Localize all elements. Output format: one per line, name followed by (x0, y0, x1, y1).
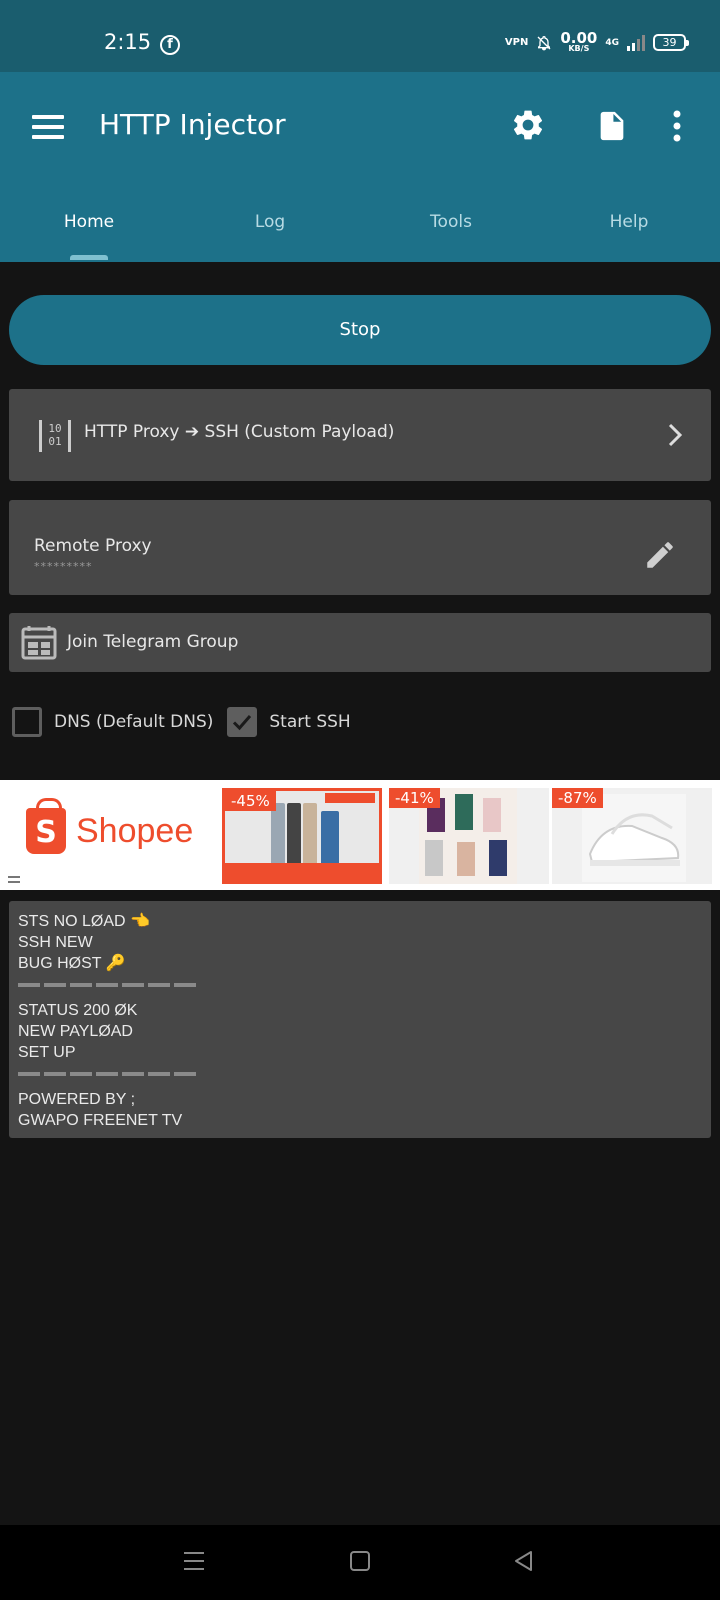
ad-menu-icon[interactable] (8, 876, 20, 886)
remote-proxy-card[interactable]: Remote Proxy ********* (9, 500, 711, 595)
system-nav-bar (0, 1525, 720, 1600)
remote-proxy-value: ********* (34, 560, 93, 573)
menu-icon[interactable] (32, 115, 64, 139)
desc-line: NEW PAYLØAD (18, 1023, 133, 1040)
binary-icon: 10 01 (39, 420, 71, 452)
signal-icon (627, 34, 645, 51)
app-title: HTTP Injector (99, 108, 286, 141)
divider (18, 1072, 198, 1076)
battery-icon: 39 (653, 34, 689, 51)
tab-tools[interactable]: Tools (430, 212, 472, 232)
tunnel-mode-label: HTTP Proxy ➔ SSH (Custom Payload) (84, 422, 395, 442)
shopee-brand: Shopee (76, 811, 194, 850)
facebook-icon: f (160, 35, 180, 55)
tab-log[interactable]: Log (255, 212, 285, 232)
deal-discount: -45% (225, 791, 276, 811)
deal-card-pajamas[interactable]: -41% (389, 788, 549, 884)
chevron-right-icon (668, 423, 683, 447)
desc-line: STATUS 200 ØK (18, 1002, 138, 1019)
recents-icon[interactable] (182, 1550, 206, 1572)
remote-proxy-label: Remote Proxy (34, 536, 152, 556)
settings-icon[interactable] (510, 107, 546, 143)
desc-line: SET UP (18, 1044, 76, 1061)
status-bar: 2:15 f VPN 0.00 KB/S 4G 39 (0, 0, 720, 72)
shopee-bag-icon: S (26, 798, 66, 854)
status-time: 2:15 (104, 30, 152, 54)
vpn-icon: VPN (504, 36, 529, 48)
bell-off-icon (537, 35, 551, 50)
telegram-group-label: Join Telegram Group (67, 632, 239, 652)
desc-line: POWERED BY ; (18, 1091, 136, 1108)
calendar-view-icon (21, 626, 57, 660)
home-icon[interactable] (349, 1550, 371, 1572)
edit-icon[interactable] (643, 538, 677, 572)
more-icon[interactable] (672, 110, 682, 142)
tab-indicator (70, 255, 108, 260)
dns-checkbox[interactable] (12, 707, 42, 737)
status-icons: VPN 0.00 KB/S 4G 39 (504, 31, 689, 54)
desc-line: STS NO LØAD 👈 (18, 913, 150, 930)
start-ssh-checkbox[interactable] (227, 707, 258, 737)
config-description: STS NO LØAD 👈 SSH NEW BUG HØST 🔑 STATUS … (9, 901, 711, 1138)
desc-line: GWAPO FREENET TV (18, 1112, 183, 1129)
shopee-logo[interactable]: S Shopee (26, 798, 194, 854)
desc-line: SSH NEW (18, 934, 93, 951)
options-row: DNS (Default DNS) Start SSH (12, 706, 365, 738)
tab-home[interactable]: Home (64, 212, 114, 232)
network-speed: 0.00 KB/S (560, 31, 597, 54)
checkmark-icon (233, 715, 252, 731)
deal-card-sneakers[interactable]: -87% (552, 788, 712, 884)
telegram-group-card[interactable]: Join Telegram Group (9, 613, 711, 672)
back-icon[interactable] (512, 1549, 534, 1573)
divider (18, 983, 198, 987)
tab-help[interactable]: Help (610, 212, 649, 232)
start-ssh-label: Start SSH (269, 712, 351, 732)
tunnel-mode-card[interactable]: 10 01 HTTP Proxy ➔ SSH (Custom Payload) (9, 389, 711, 481)
stop-button[interactable]: Stop (9, 295, 711, 365)
file-icon[interactable] (595, 107, 629, 145)
ad-banner[interactable]: S Shopee -45% -41% -87% (0, 780, 720, 890)
tab-bar: Home Log Tools Help (0, 196, 720, 262)
desc-line: BUG HØST 🔑 (18, 955, 126, 972)
dns-label: DNS (Default DNS) (54, 712, 214, 732)
deal-discount: -87% (552, 788, 603, 808)
network-type: 4G (605, 37, 619, 48)
deal-discount: -41% (389, 788, 440, 808)
deal-card-phones[interactable]: -45% (222, 788, 382, 884)
